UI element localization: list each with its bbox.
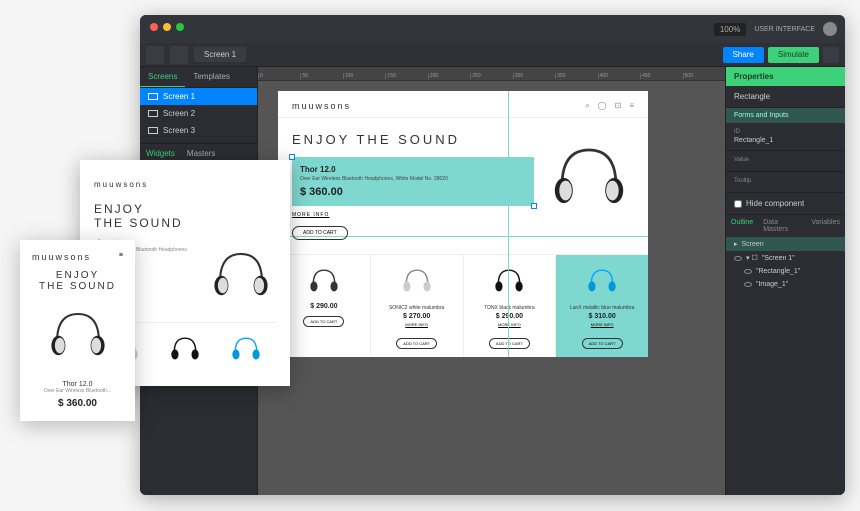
window-controls xyxy=(150,23,184,31)
card-price: $ 310.00 xyxy=(562,313,642,320)
more-info-link[interactable]: MORE INFO xyxy=(562,322,642,327)
close-window-icon[interactable] xyxy=(150,23,158,31)
tool-button[interactable] xyxy=(170,46,188,64)
tool-button[interactable] xyxy=(146,46,164,64)
product-card[interactable]: TONX black malumbra $ 290.00 MORE INFO A… xyxy=(464,255,557,357)
canvas[interactable]: 050100150200250300350400450500 muuwsons … xyxy=(258,67,725,495)
menu-icon[interactable]: ≡ xyxy=(629,101,634,111)
user-avatar[interactable] xyxy=(823,22,837,36)
card-name: SONIC2 white malumbra xyxy=(377,305,457,311)
tab-variables[interactable]: Variables xyxy=(806,215,845,237)
add-to-cart-button[interactable]: ADD TO CART xyxy=(303,316,344,327)
toolbar: Screen 1 Share Simulate xyxy=(140,43,845,67)
zoom-level[interactable]: 100% xyxy=(714,23,746,36)
brand-logo: muuwsons xyxy=(94,180,148,189)
hide-component-checkbox[interactable] xyxy=(734,200,742,208)
product-card[interactable]: $ 290.00 ADD TO CART xyxy=(278,255,371,357)
add-to-cart-button[interactable]: ADD TO CART xyxy=(582,338,623,349)
add-to-cart-button[interactable]: ADD TO CART xyxy=(489,338,530,349)
card-price: $ 290.00 xyxy=(284,303,364,310)
headphones-image xyxy=(584,263,620,299)
card-name: TONX black malumbra xyxy=(470,305,550,311)
outline-item[interactable]: ▾ ☐"Screen 1" xyxy=(726,251,845,265)
product-name: Thor 12.0 xyxy=(32,381,123,388)
card-name: LunX metallic blue malumbra xyxy=(562,305,642,311)
tooltip-label: Tooltip xyxy=(734,178,837,184)
menu-icon[interactable]: ≡ xyxy=(119,252,123,262)
visibility-icon[interactable] xyxy=(734,256,742,261)
property-section[interactable]: Forms and Inputs xyxy=(726,108,845,123)
panel-tabs: Screens Templates xyxy=(140,67,257,88)
hero-title: ENJOYTHE SOUND xyxy=(94,202,276,230)
headphones-image xyxy=(43,300,113,370)
screen-tab[interactable]: Screen 1 xyxy=(194,47,246,62)
outline-item[interactable]: "Rectangle_1" xyxy=(726,265,845,278)
share-button[interactable]: Share xyxy=(723,47,764,63)
add-to-cart-button[interactable]: ADD TO CART xyxy=(396,338,437,349)
properties-header: Properties xyxy=(726,67,845,86)
headphones-image xyxy=(306,263,342,299)
card-price: $ 270.00 xyxy=(377,313,457,320)
simulate-button[interactable]: Simulate xyxy=(768,47,819,63)
maximize-window-icon[interactable] xyxy=(176,23,184,31)
hero-title: ENJOY THE SOUND xyxy=(292,132,534,147)
visibility-icon[interactable] xyxy=(744,282,752,287)
headphones-image xyxy=(228,331,264,367)
product-card[interactable]: SONIC2 white malumbra $ 270.00 MORE INFO… xyxy=(371,255,464,357)
brand-logo: muuwsons xyxy=(292,101,351,111)
product-card-selected[interactable]: LunX metallic blue malumbra $ 310.00 MOR… xyxy=(556,255,648,357)
id-value[interactable]: Rectangle_1 xyxy=(734,137,837,144)
screen-item[interactable]: Screen 2 xyxy=(140,105,257,122)
screen-item[interactable]: Screen 3 xyxy=(140,122,257,139)
product-price: $ 360.00 xyxy=(32,398,123,409)
product-name: Thor 12.0 xyxy=(300,165,526,174)
horizontal-ruler: 050100150200250300350400450500 xyxy=(258,67,725,81)
tab-outline[interactable]: Outline xyxy=(726,215,758,237)
desktop-mockup[interactable]: muuwsons ⌕ ◯ ⊡ ≡ ENJOY THE SOUND Thor xyxy=(278,91,648,357)
brand-logo: muuwsons xyxy=(32,252,91,262)
headphones-image xyxy=(399,263,435,299)
outline-root[interactable]: ▸Screen xyxy=(726,237,845,251)
card-price: $ 290.00 xyxy=(470,313,550,320)
hide-component-label: Hide component xyxy=(746,199,804,208)
headphones-image xyxy=(544,132,634,222)
search-icon[interactable]: ⌕ xyxy=(585,101,589,111)
screen-item[interactable]: Screen 1 xyxy=(140,88,257,105)
tab-data-masters[interactable]: Data Masters xyxy=(758,215,806,237)
visibility-icon[interactable] xyxy=(744,269,752,274)
settings-icon[interactable] xyxy=(823,47,839,63)
outline-item[interactable]: "Image_1" xyxy=(726,278,845,291)
cart-icon[interactable]: ⊡ xyxy=(615,101,622,111)
more-info-link[interactable]: MORE INFO xyxy=(292,212,329,218)
user-role-label: USER INTERFACE xyxy=(754,26,815,33)
element-type: Rectangle xyxy=(726,86,845,108)
hero-title: ENJOYTHE SOUND xyxy=(32,270,123,292)
value-label: Value xyxy=(734,157,837,163)
add-to-cart-button[interactable]: ADD TO CART xyxy=(292,226,348,240)
product-description: Over Ear Wireless Bluetooth... xyxy=(32,388,123,394)
headphones-image xyxy=(491,263,527,299)
properties-panel: Properties Rectangle Forms and Inputs ID… xyxy=(725,67,845,495)
user-icon[interactable]: ◯ xyxy=(598,101,607,111)
id-label: ID xyxy=(734,129,837,135)
top-bar: 100% USER INTERFACE xyxy=(140,15,845,43)
product-description: Over Ear Wireless Bluetooth Headphones, … xyxy=(300,176,526,182)
product-price: $ 360.00 xyxy=(300,186,526,198)
headphones-image xyxy=(206,240,276,310)
tab-templates[interactable]: Templates xyxy=(185,67,237,87)
more-info-link[interactable]: MORE INFO xyxy=(377,322,457,327)
headphones-image xyxy=(167,331,203,367)
mobile-preview: muuwsons ≡ ENJOYTHE SOUND Thor 12.0 Over… xyxy=(20,240,135,421)
minimize-window-icon[interactable] xyxy=(163,23,171,31)
tab-screens[interactable]: Screens xyxy=(140,67,185,87)
more-info-link[interactable]: MORE INFO xyxy=(470,322,550,327)
selected-element[interactable]: Thor 12.0 Over Ear Wireless Bluetooth He… xyxy=(292,157,534,206)
